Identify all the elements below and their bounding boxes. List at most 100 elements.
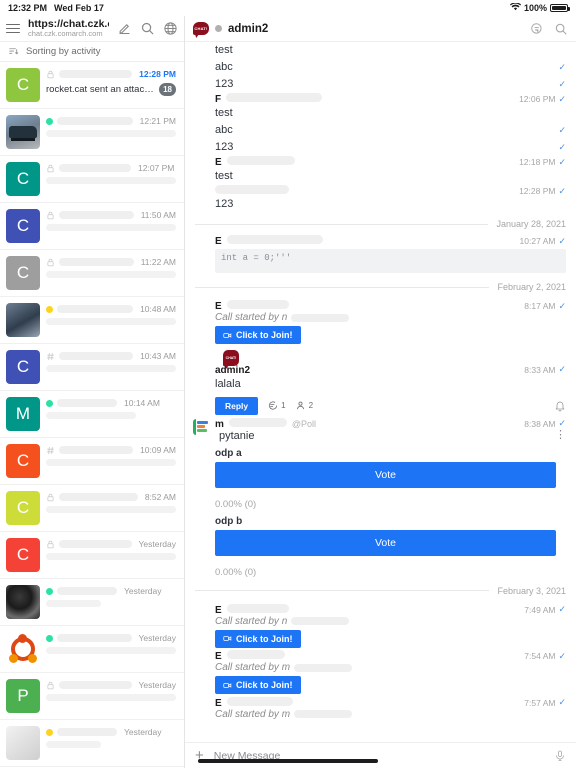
- redacted-author-name: [226, 650, 285, 660]
- message-author: E: [215, 651, 222, 663]
- poll-option: odp b Vote 0.00% (0): [215, 516, 556, 578]
- offline-status-dot: [215, 25, 222, 32]
- room-body: Yesterday: [46, 538, 176, 560]
- message-time: 7:54 AM: [524, 651, 556, 662]
- join-label: Click to Join!: [236, 680, 293, 691]
- sidebar-room-item[interactable]: C 11:50 AM: [0, 203, 184, 250]
- message-row: test: [185, 168, 576, 185]
- video-camera-icon: [223, 333, 232, 338]
- sidebar-room-item[interactable]: 12:21 PM: [0, 109, 184, 156]
- sidebar-room-item[interactable]: M 10:14 AM: [0, 391, 184, 438]
- message-text: 123: [215, 78, 234, 91]
- sidebar-room-item[interactable]: P Yesterday: [0, 673, 184, 720]
- click-to-join-button[interactable]: Click to Join!: [215, 676, 301, 695]
- avatar: [6, 303, 40, 337]
- compose-icon[interactable]: [117, 21, 132, 36]
- redacted-author-name: [228, 417, 287, 427]
- lock-icon: [46, 540, 55, 549]
- wifi-icon: [509, 2, 521, 13]
- poll-option: odp a Vote 0.00% (0): [215, 448, 556, 510]
- reply-button[interactable]: Reply: [215, 396, 259, 415]
- message-author: admin2: [215, 364, 251, 376]
- thread-icon: [269, 401, 278, 410]
- sidebar-room-item[interactable]: Yesterday: [0, 579, 184, 626]
- online-status-dot: [46, 587, 53, 595]
- lock-icon: [46, 164, 55, 173]
- date-divider: February 3, 2021: [185, 580, 576, 602]
- discussion-search-icon[interactable]: [530, 22, 544, 36]
- redacted-room-name: [57, 728, 117, 736]
- battery-percent: 100%: [523, 3, 547, 13]
- redacted-room-name: [59, 164, 131, 172]
- message-row: abc ✓: [185, 59, 576, 76]
- call-message: E 7:57 AM ✓ Call started by m: [185, 696, 576, 720]
- room-body: 10:48 AM: [46, 303, 176, 325]
- participant-count-value: 2: [308, 401, 314, 411]
- battery-icon: [550, 4, 570, 12]
- redacted-author-name: [226, 603, 289, 613]
- redacted-last-message: [46, 271, 176, 278]
- date-divider: February 2, 2021: [185, 276, 576, 298]
- url-block[interactable]: https://chat.czk.c... chat.czk.comarch.c…: [28, 19, 109, 38]
- search-icon[interactable]: [554, 22, 568, 36]
- room-list[interactable]: C 12:28 PM rocket.cat sent an attachment 18…: [0, 62, 184, 768]
- vote-button[interactable]: Vote: [215, 529, 556, 556]
- hamburger-menu-icon[interactable]: [6, 23, 20, 34]
- room-body: 12:21 PM: [46, 115, 176, 137]
- sidebar-room-item[interactable]: C 8:52 AM: [0, 485, 184, 532]
- video-camera-icon: [223, 683, 232, 688]
- url-subtitle: chat.czk.comarch.com: [28, 30, 103, 38]
- message-author-row: 12:28 PM ✓: [185, 185, 576, 196]
- user-icon: [296, 402, 304, 410]
- sidebar-room-item[interactable]: Yesterday: [0, 626, 184, 673]
- sidebar-room-item[interactable]: C Yesterday: [0, 532, 184, 579]
- date-divider: January 28, 2021: [185, 213, 576, 235]
- redacted-last-message: [46, 647, 176, 654]
- room-last-message: rocket.cat sent an attachment: [46, 84, 155, 95]
- room-timestamp: 10:43 AM: [140, 351, 176, 361]
- message-author: E: [215, 697, 222, 709]
- read-receipt-icon: ✓: [558, 125, 566, 136]
- sort-bar[interactable]: Sorting by activity: [0, 42, 184, 62]
- redacted-last-message: [46, 177, 176, 184]
- message-author: m: [215, 418, 224, 430]
- sidebar-room-item[interactable]: C 12:07 PM: [0, 156, 184, 203]
- browser-toolbar: https://chat.czk.c... chat.czk.comarch.c…: [0, 16, 184, 42]
- sidebar-room-item[interactable]: Yesterday: [0, 720, 184, 767]
- sidebar-room-item[interactable]: C 10:09 AM: [0, 438, 184, 485]
- sidebar-room-item[interactable]: C 12:28 PM rocket.cat sent an attachment 18: [0, 62, 184, 109]
- call-started-text: Call started by m: [215, 708, 291, 720]
- sidebar-room-item[interactable]: C 10:43 AM: [0, 344, 184, 391]
- vote-button[interactable]: Vote: [215, 461, 556, 488]
- code-block: int a = 0;''': [215, 249, 566, 274]
- message-composer[interactable]: + New Message: [185, 742, 576, 768]
- redacted-caller-name: [291, 617, 350, 626]
- redacted-author-name: [226, 696, 293, 706]
- room-timestamp: 10:09 AM: [140, 445, 176, 455]
- message-time: 8:17 AM: [524, 301, 556, 312]
- redacted-last-message: [46, 130, 176, 137]
- message-list[interactable]: test abc ✓ 123 ✓ F 12:06 PM ✓ test abc ✓ 123 ✓ E 12:18…: [185, 42, 576, 742]
- poll-question: pytanie: [219, 429, 255, 442]
- sidebar-room-item[interactable]: C 11:22 AM: [0, 250, 184, 297]
- thread-count[interactable]: 1: [267, 400, 286, 411]
- bell-icon[interactable]: [554, 399, 566, 412]
- read-receipt-icon: ✓: [558, 604, 566, 615]
- click-to-join-button[interactable]: Click to Join!: [215, 629, 301, 648]
- participant-count[interactable]: 2: [295, 400, 313, 411]
- message-author: E: [215, 236, 222, 248]
- top-message-group: test abc ✓ 123 ✓ F 12:06 PM ✓ test abc ✓ 123 ✓ E 12:18…: [185, 42, 576, 213]
- message-text: 123: [215, 141, 234, 154]
- microphone-icon[interactable]: [554, 749, 566, 763]
- redacted-last-message: [46, 553, 176, 560]
- room-timestamp: 12:21 PM: [139, 116, 176, 126]
- search-icon[interactable]: [140, 21, 155, 36]
- call-started-text: Call started by n: [215, 615, 288, 627]
- kebab-menu-icon[interactable]: ⋮: [555, 430, 566, 441]
- rocketchat-avatar-icon: CHAT!: [223, 349, 239, 366]
- avatar: M: [6, 397, 40, 431]
- globe-icon[interactable]: [163, 21, 178, 36]
- sidebar-room-item[interactable]: 10:48 AM: [0, 297, 184, 344]
- poll-option-label: odp b: [215, 515, 243, 527]
- click-to-join-button[interactable]: Click to Join!: [215, 326, 301, 345]
